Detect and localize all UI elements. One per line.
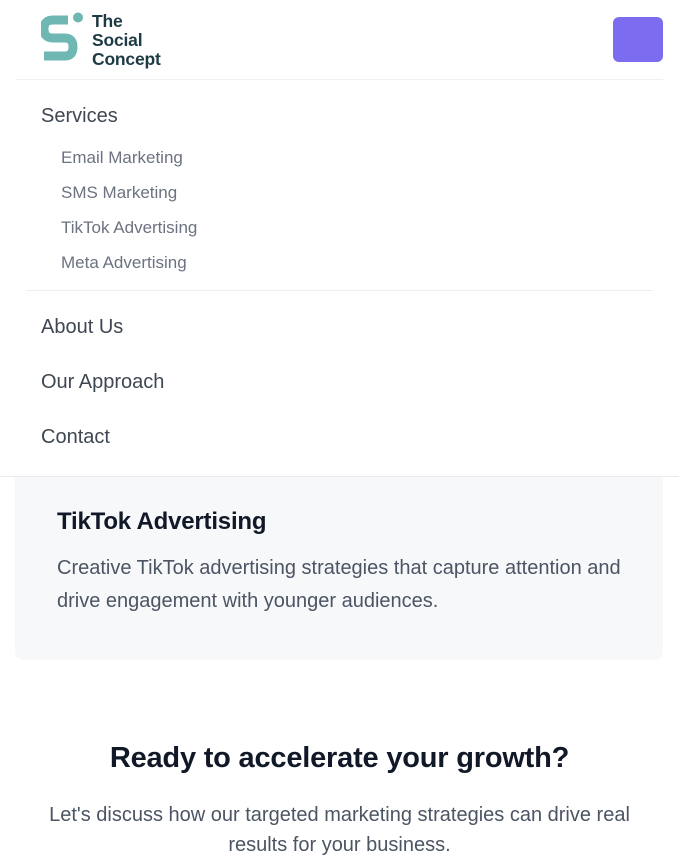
- nav-sub-email-marketing[interactable]: Email Marketing: [61, 148, 183, 168]
- site-header: The Social Concept: [16, 0, 663, 80]
- brand-name-line: Concept: [92, 49, 161, 69]
- nav-our-approach[interactable]: Our Approach: [41, 370, 164, 394]
- brand-name-line: Social: [92, 30, 143, 50]
- nav-sub-meta-advertising[interactable]: Meta Advertising: [61, 253, 187, 273]
- service-card-tiktok: TikTok Advertising Creative TikTok adver…: [15, 477, 663, 660]
- service-card-title: TikTok Advertising: [57, 508, 267, 535]
- brand-logo[interactable]: The Social Concept: [41, 11, 171, 69]
- mobile-nav-menu: Services Email Marketing SMS Marketing T…: [0, 80, 679, 477]
- nav-services[interactable]: Services: [41, 104, 118, 128]
- cta-description: Let's discuss how our targeted marketing…: [49, 804, 630, 856]
- nav-contact[interactable]: Contact: [41, 425, 110, 449]
- menu-toggle-button[interactable]: [613, 17, 663, 62]
- brand-name-line: The: [92, 11, 123, 31]
- brand-name: The Social Concept: [92, 12, 161, 69]
- nav-about-us[interactable]: About Us: [41, 315, 123, 339]
- nav-sub-sms-marketing[interactable]: SMS Marketing: [61, 183, 177, 203]
- service-card-description: Creative TikTok advertising strategies t…: [57, 557, 621, 612]
- logo-s-icon: [41, 12, 83, 61]
- nav-divider: [26, 290, 653, 291]
- cta-heading: Ready to accelerate your growth?: [109, 742, 570, 774]
- nav-sub-tiktok-advertising[interactable]: TikTok Advertising: [61, 218, 197, 238]
